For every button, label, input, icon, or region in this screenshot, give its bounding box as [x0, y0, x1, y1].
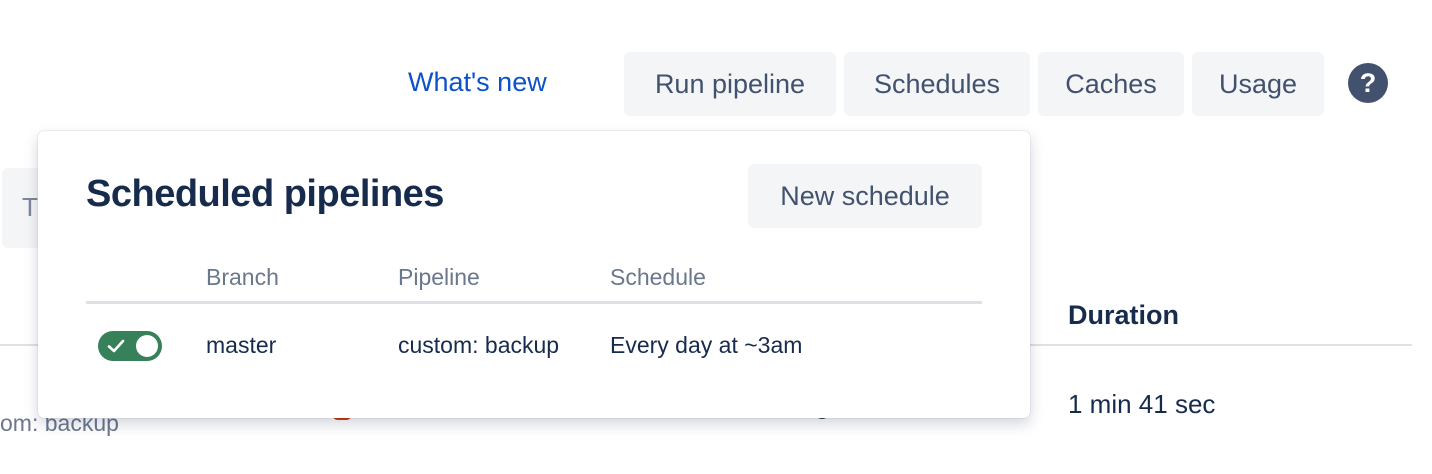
caches-button[interactable]: Caches — [1038, 52, 1184, 116]
header-divider — [86, 301, 982, 304]
toggle-knob — [136, 335, 158, 357]
row-schedule: Every day at ~3am — [610, 332, 803, 358]
schedules-button[interactable]: Schedules — [844, 52, 1030, 116]
column-header-pipeline: Pipeline — [398, 264, 480, 290]
check-icon — [107, 339, 125, 353]
row-branch: master — [206, 332, 277, 358]
run-pipeline-button[interactable]: Run pipeline — [624, 52, 836, 116]
dialog-title: Scheduled pipelines — [86, 173, 444, 215]
column-header-schedule: Schedule — [610, 264, 706, 290]
filter-input-text: T — [22, 192, 38, 222]
duration-value: 1 min 41 sec — [1068, 389, 1216, 419]
schedule-enabled-toggle[interactable] — [98, 331, 162, 361]
scheduled-pipelines-dialog: Scheduled pipelines New schedule Branch … — [38, 131, 1030, 418]
row-pipeline: custom: backup — [398, 332, 560, 358]
whats-new-link[interactable]: What's new — [408, 64, 547, 100]
help-icon[interactable]: ? — [1348, 63, 1388, 103]
column-header-branch: Branch — [206, 264, 279, 290]
duration-column-header: Duration — [1068, 300, 1179, 330]
new-schedule-button[interactable]: New schedule — [748, 164, 982, 228]
pipelines-page: What's new Run pipeline Schedules Caches… — [0, 0, 1432, 474]
usage-button[interactable]: Usage — [1192, 52, 1324, 116]
